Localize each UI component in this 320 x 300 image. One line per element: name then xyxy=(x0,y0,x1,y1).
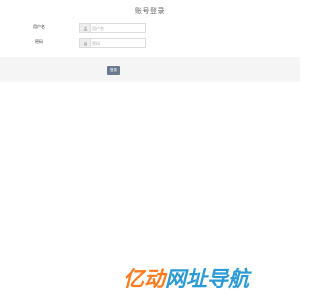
lock-icon xyxy=(80,39,91,47)
user-icon xyxy=(80,24,91,32)
login-page: 账号登录 用户名 密码 登录 亿动 xyxy=(0,0,300,300)
username-input-box[interactable] xyxy=(79,23,146,33)
username-row: 用户名 xyxy=(0,23,300,34)
password-label: 密码 xyxy=(35,39,43,44)
username-input[interactable] xyxy=(92,24,144,32)
button-band: 登录 xyxy=(0,57,300,82)
password-input-box[interactable] xyxy=(79,38,146,48)
brand-logo: 亿动 网址导航 xyxy=(123,264,299,294)
page-title: 账号登录 xyxy=(135,7,165,15)
brand-logo-main: 网址导航 xyxy=(165,267,249,291)
password-row: 密码 xyxy=(0,38,300,49)
username-label: 用户名 xyxy=(33,24,45,29)
password-input[interactable] xyxy=(92,39,144,47)
login-button[interactable]: 登录 xyxy=(107,66,120,75)
brand-logo-accent: 亿动 xyxy=(123,267,165,291)
